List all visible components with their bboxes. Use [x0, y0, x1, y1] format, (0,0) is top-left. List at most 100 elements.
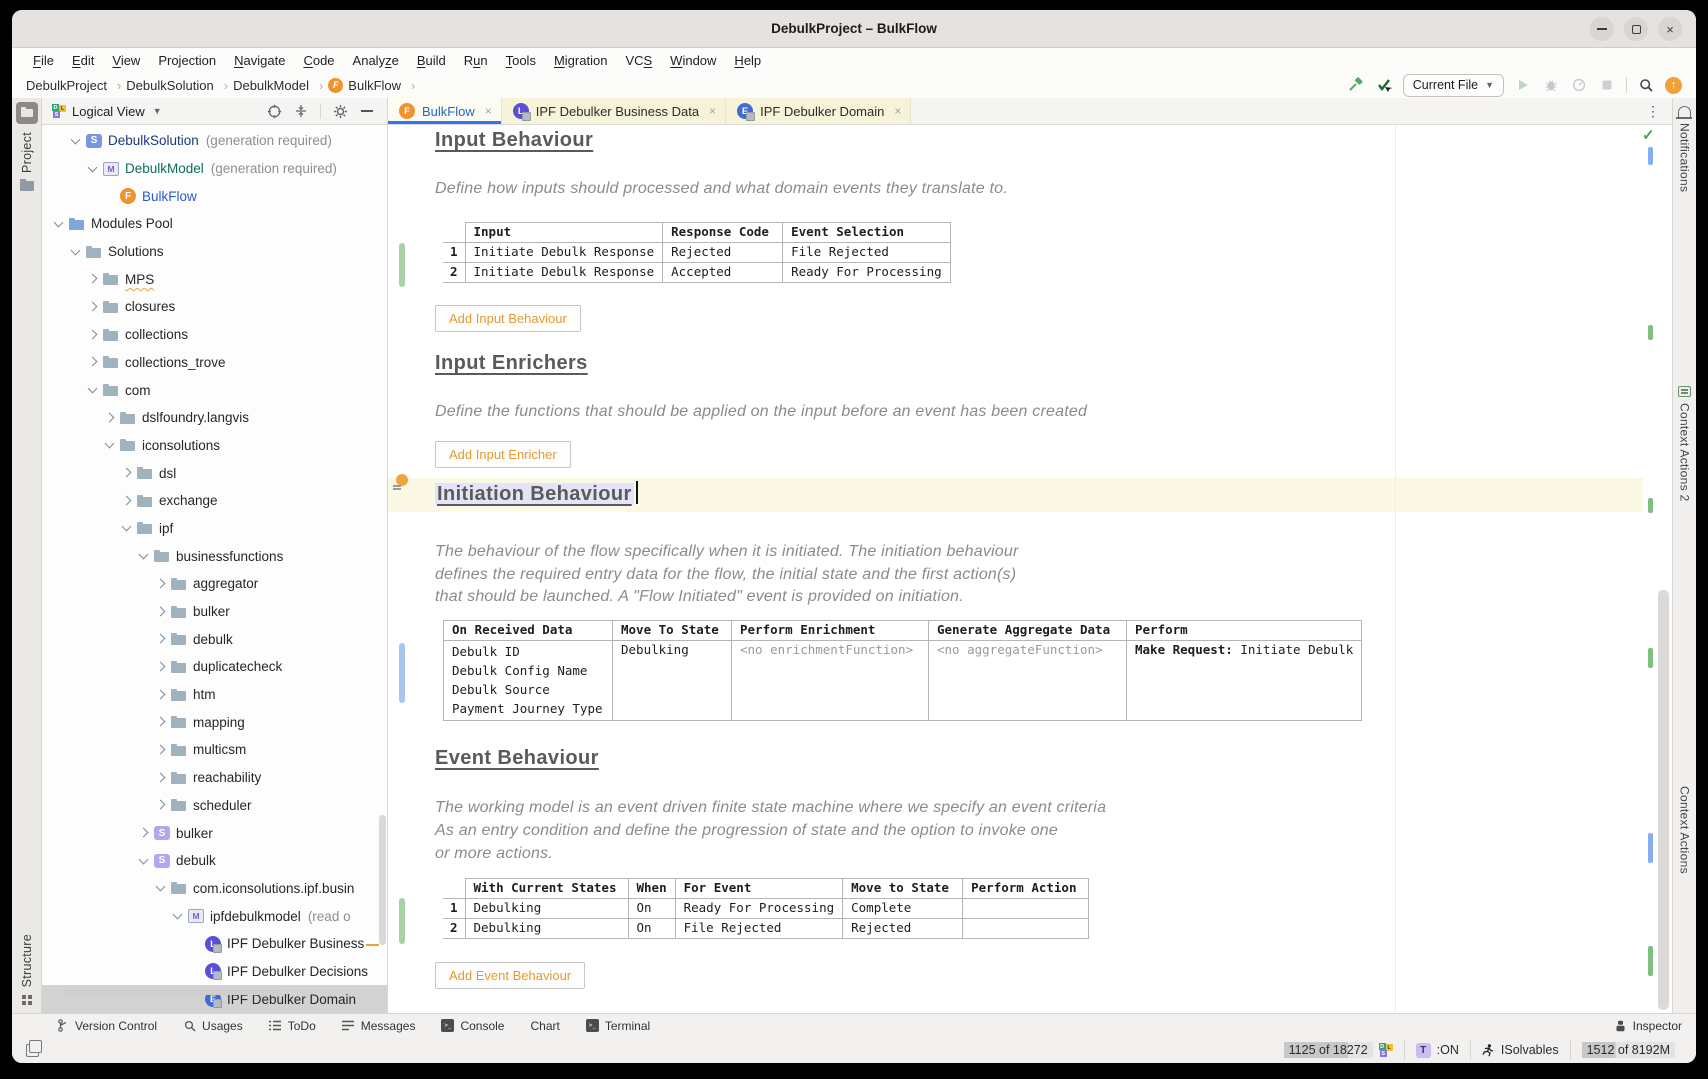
- run-icon[interactable]: [1514, 76, 1532, 94]
- toolwindow-console[interactable]: >_ Console: [441, 1019, 504, 1033]
- menu-item[interactable]: View: [103, 53, 149, 68]
- table-row[interactable]: Debulk ID Debulk Config Name Debulk Sour…: [444, 641, 1362, 721]
- menu-item[interactable]: Projection: [149, 53, 225, 68]
- chevron-icon[interactable]: [84, 271, 100, 287]
- commit-check-icon[interactable]: [1375, 76, 1393, 94]
- chevron-icon[interactable]: [152, 659, 168, 675]
- section-description[interactable]: Define the functions that should be appl…: [435, 401, 1087, 424]
- tree-item[interactable]: mapping: [42, 708, 387, 736]
- stripe-added-mark[interactable]: [1648, 946, 1653, 976]
- toolwindow-inspector[interactable]: Inspector: [1614, 1019, 1682, 1033]
- chevron-icon[interactable]: [101, 188, 117, 204]
- tree-item[interactable]: reachability: [42, 764, 387, 792]
- tree-item[interactable]: MPS: [42, 265, 387, 293]
- memory-indicator[interactable]: 1512 of 8192M: [1570, 1040, 1686, 1060]
- search-everywhere-icon[interactable]: [1637, 76, 1655, 94]
- tool-stripe-context-actions-2[interactable]: Context Actions 2: [1678, 403, 1692, 502]
- stripe-added-mark[interactable]: [1648, 325, 1653, 340]
- tree-item[interactable]: exchange: [42, 487, 387, 515]
- chevron-icon[interactable]: [50, 216, 66, 232]
- close-tab-icon[interactable]: ×: [709, 104, 716, 118]
- event-behaviour-table[interactable]: With Current States When For Event Move …: [443, 878, 1089, 939]
- chevron-icon[interactable]: [152, 742, 168, 758]
- chevron-icon[interactable]: [152, 797, 168, 813]
- generate-aggregate-cell[interactable]: <no aggregateFunction>: [929, 641, 1127, 721]
- close-tab-icon[interactable]: ×: [894, 104, 901, 118]
- perform-cell[interactable]: Make Request: Initiate Debulk: [1127, 641, 1362, 721]
- transient-models-widget[interactable]: T :ON: [1404, 1040, 1470, 1060]
- toolwindow-layout-icon[interactable]: [26, 1044, 39, 1057]
- chevron-icon[interactable]: [84, 382, 100, 398]
- maximize-button[interactable]: [1624, 17, 1648, 41]
- section-title-input-behaviour[interactable]: Input Behaviour: [435, 129, 593, 152]
- table-row[interactable]: 1 Debulking On Ready For Processing Comp…: [443, 899, 1089, 919]
- tree-item[interactable]: collections_trove: [42, 349, 387, 377]
- tree-item[interactable]: com.iconsolutions.ipf.busin: [42, 875, 387, 903]
- section-title-event-behaviour[interactable]: Event Behaviour: [435, 747, 599, 770]
- chevron-icon[interactable]: [152, 576, 168, 592]
- gear-icon[interactable]: [332, 103, 348, 119]
- tree-vertical-scrollbar[interactable]: [379, 815, 386, 945]
- menu-item[interactable]: File: [24, 53, 63, 68]
- chevron-icon[interactable]: [152, 714, 168, 730]
- chevron-icon[interactable]: [118, 465, 134, 481]
- tree-item[interactable]: L IPF Debulker Decisions: [42, 958, 387, 986]
- chevron-icon[interactable]: [84, 327, 100, 343]
- tree-item[interactable]: M ipfdebulkmodel (read o: [42, 902, 387, 930]
- chevron-icon[interactable]: [135, 825, 151, 841]
- add-input-enricher-button[interactable]: Add Input Enricher: [435, 441, 571, 468]
- tree-item[interactable]: scheduler: [42, 792, 387, 820]
- tree-item[interactable]: L IPF Debulker Business: [42, 930, 387, 958]
- tree-item[interactable]: S bulker: [42, 819, 387, 847]
- menu-item[interactable]: Migration: [545, 53, 616, 68]
- section-description[interactable]: Define how inputs should processed and w…: [435, 178, 1008, 201]
- editor-tab[interactable]: E IPF Debulker Domain ×: [726, 98, 911, 124]
- on-received-data-cell[interactable]: Debulk ID Debulk Config Name Debulk Sour…: [444, 641, 613, 721]
- tree-item[interactable]: F BulkFlow: [42, 182, 387, 210]
- tree-item[interactable]: collections: [42, 321, 387, 349]
- chevron-icon[interactable]: [84, 354, 100, 370]
- menu-item[interactable]: Build: [408, 53, 455, 68]
- profiler-icon[interactable]: [1570, 76, 1588, 94]
- toolwindow-todo[interactable]: ToDo: [269, 1019, 316, 1033]
- locate-target-icon[interactable]: [266, 103, 282, 119]
- tree-item[interactable]: closures: [42, 293, 387, 321]
- table-row[interactable]: 2 Debulking On File Rejected Rejected: [443, 919, 1089, 939]
- editor-body[interactable]: Input Behaviour Define how inputs should…: [388, 125, 1672, 1013]
- initiation-behaviour-table[interactable]: On Received Data Move To State Perform E…: [443, 620, 1362, 721]
- toolwindow-usages[interactable]: Usages: [183, 1019, 243, 1033]
- toolwindow-version-control[interactable]: Version Control: [56, 1019, 157, 1033]
- minimize-button[interactable]: [1590, 17, 1614, 41]
- editor-tab[interactable]: F BulkFlow ×: [388, 98, 502, 124]
- tree-item[interactable]: multicsm: [42, 736, 387, 764]
- stripe-modified-mark[interactable]: [1648, 833, 1653, 863]
- close-button[interactable]: ×: [1658, 17, 1682, 41]
- chevron-icon[interactable]: [152, 631, 168, 647]
- section-title-initiation-behaviour[interactable]: Initiation Behaviour: [435, 481, 638, 506]
- close-tab-icon[interactable]: ×: [485, 104, 492, 118]
- menu-item[interactable]: Window: [661, 53, 725, 68]
- tree-item[interactable]: bulker: [42, 598, 387, 626]
- table-row[interactable]: 2 Initiate Debulk Response Accepted Read…: [443, 263, 950, 283]
- breadcrumb-item[interactable]: DebulkSolution ›: [126, 78, 233, 93]
- menu-item[interactable]: Run: [455, 53, 497, 68]
- chevron-icon[interactable]: [84, 299, 100, 315]
- chevron-icon[interactable]: [101, 410, 117, 426]
- toolwindow-messages[interactable]: Messages: [342, 1019, 416, 1033]
- solvables-widget[interactable]: ISolvables: [1470, 1040, 1570, 1060]
- stripe-modified-mark[interactable]: [1648, 147, 1653, 165]
- input-behaviour-table[interactable]: Input Response Code Event Selection 1 In…: [443, 222, 951, 283]
- perform-enrichment-cell[interactable]: <no enrichmentFunction>: [732, 641, 929, 721]
- chevron-icon[interactable]: [186, 963, 202, 979]
- menu-item[interactable]: Navigate: [225, 53, 294, 68]
- chevron-icon[interactable]: [152, 880, 168, 896]
- tool-stripe-structure[interactable]: Structure: [20, 934, 34, 987]
- tree-item[interactable]: Modules Pool: [42, 210, 387, 238]
- hide-panel-icon[interactable]: [359, 103, 375, 119]
- move-to-state-cell[interactable]: Debulking: [613, 641, 732, 721]
- tree-item[interactable]: dslfoundry.langvis: [42, 404, 387, 432]
- editor-tab[interactable]: L IPF Debulker Business Data ×: [502, 98, 726, 124]
- tree-item[interactable]: M DebulkModel (generation required): [42, 155, 387, 183]
- tree-item[interactable]: iconsolutions: [42, 432, 387, 460]
- table-row[interactable]: 1 Initiate Debulk Response Rejected File…: [443, 243, 950, 263]
